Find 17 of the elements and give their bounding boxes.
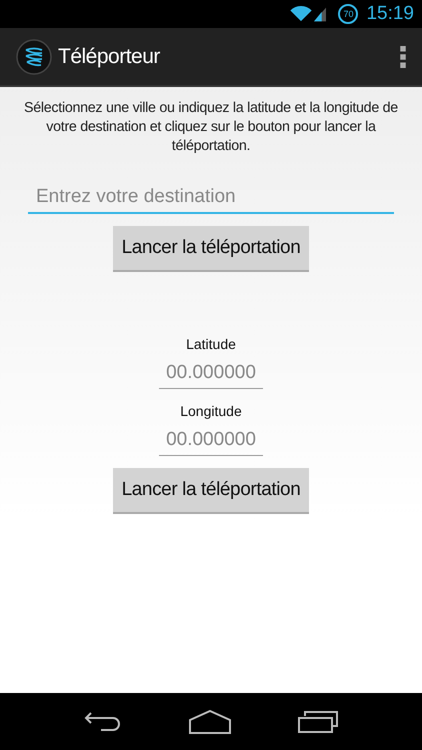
destination-field[interactable]: Entrez votre destination	[28, 182, 394, 214]
coordinate-field[interactable]: 00.000000	[159, 360, 263, 389]
teleport-button[interactable]: Lancer la téléportation	[112, 468, 310, 514]
home-icon[interactable]	[188, 710, 232, 734]
field-label: Latitude	[186, 336, 236, 352]
recent-apps-icon[interactable]	[297, 710, 340, 734]
instructions-text: Sélectionnez une ville ou indiquez la latitude et la longitude de votre destination et cliquez sur le bouton pour lancer la téléportation.	[23, 99, 399, 156]
clock: 15:19	[366, 3, 414, 25]
coordinate-field[interactable]: 00.000000	[159, 427, 263, 456]
teleport-button[interactable]: Lancer la téléportation	[112, 226, 310, 272]
app-title: Téléporteur	[58, 44, 161, 68]
overflow-menu-icon[interactable]	[400, 46, 406, 68]
back-icon[interactable]	[82, 710, 123, 732]
signal-icon	[314, 6, 326, 22]
field-label: Longitude	[180, 403, 242, 419]
battery-indicator: 70	[338, 4, 358, 24]
spring-logo-icon	[16, 38, 52, 74]
